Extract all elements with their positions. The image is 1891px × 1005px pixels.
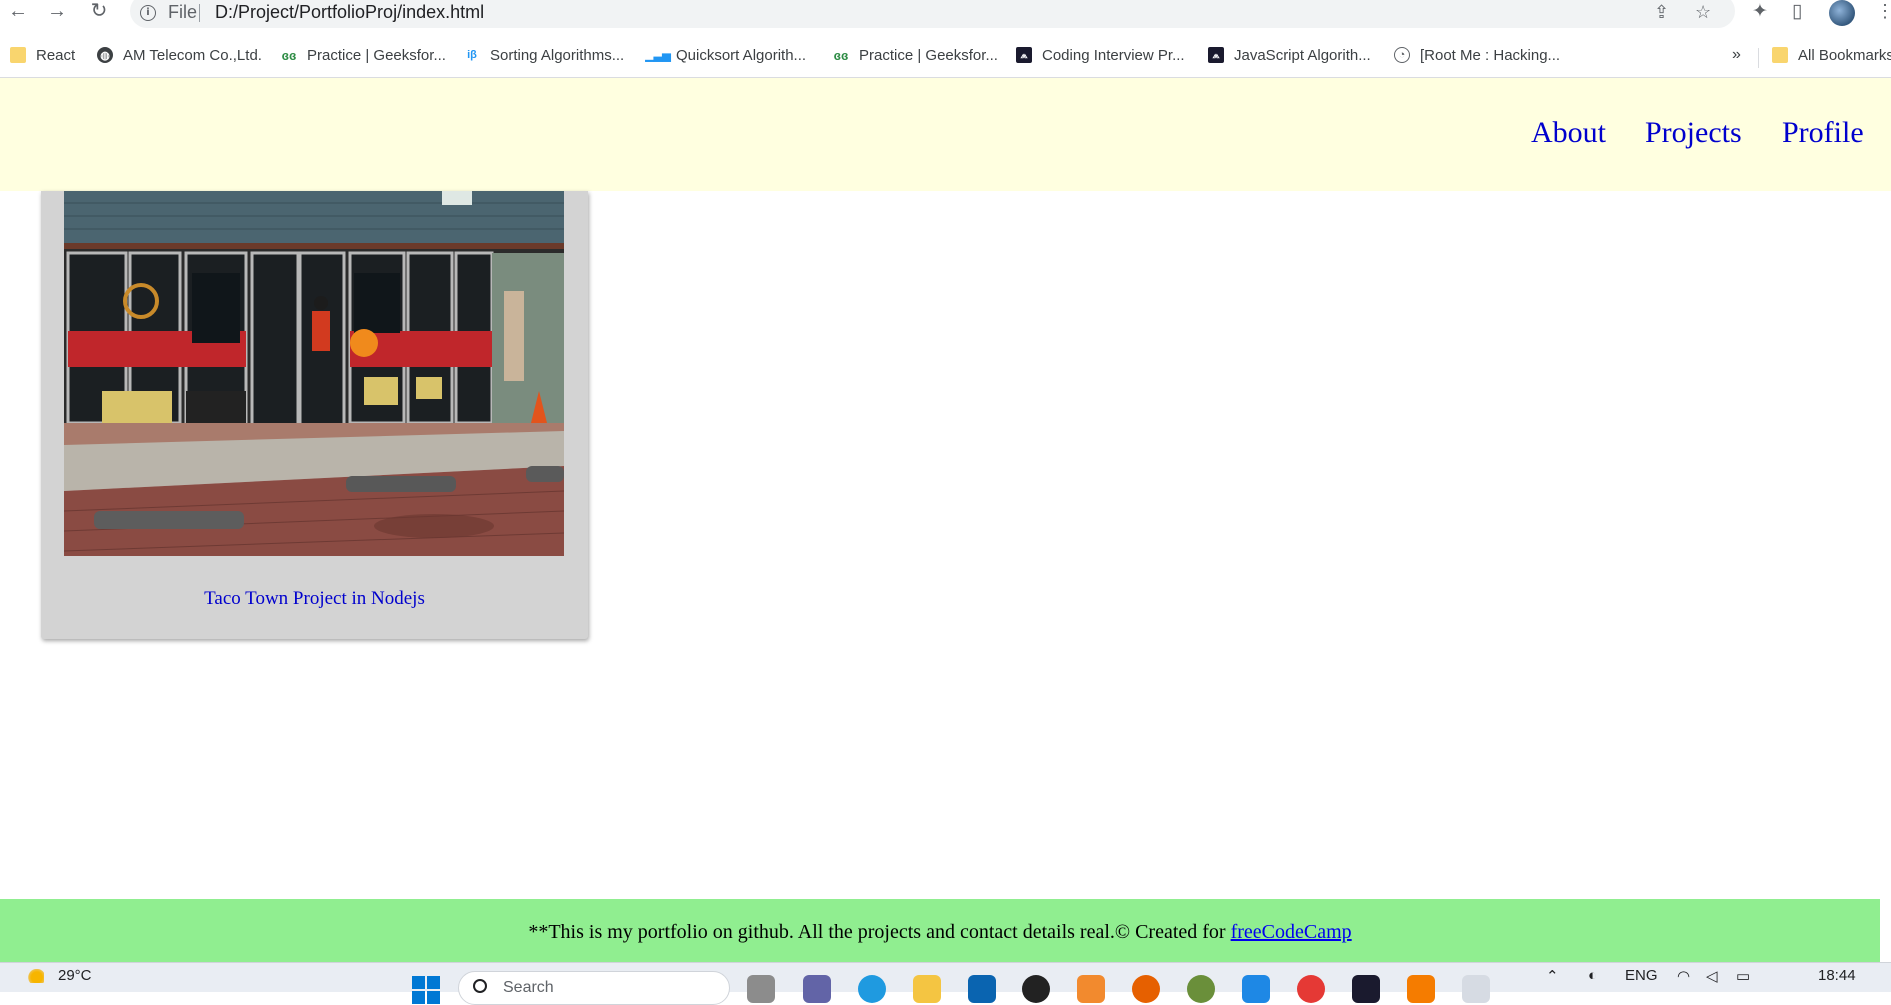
sublime-icon[interactable] — [1407, 975, 1435, 1003]
windows-start-icon[interactable] — [412, 976, 440, 1004]
bookmark-label: Sorting Algorithms... — [490, 46, 625, 64]
search-placeholder: Search — [503, 979, 554, 996]
bookmark-label: Practice | Geeksfor... — [859, 46, 998, 64]
file-explorer-icon[interactable] — [913, 975, 941, 1003]
bookmark-am-telecom[interactable]: ◍ AM Telecom Co.,Ltd. — [97, 44, 262, 66]
all-bookmarks[interactable]: All Bookmarks — [1772, 44, 1891, 66]
snipping-tool-icon[interactable] — [1462, 975, 1490, 1003]
bookmark-label: All Bookmarks — [1798, 46, 1891, 64]
nav-projects-link[interactable]: Projects — [1645, 116, 1742, 150]
bookmark-label: React — [36, 46, 76, 64]
back-icon[interactable]: ← — [4, 0, 32, 24]
freecodecamp-link[interactable]: freeCodeCamp — [1231, 921, 1352, 943]
teams-icon[interactable] — [803, 975, 831, 1003]
side-panel-icon[interactable]: ▯ — [1792, 0, 1802, 23]
weather-temperature: 29°C — [58, 967, 92, 984]
url-separator — [199, 4, 200, 22]
store-icon[interactable] — [968, 975, 996, 1003]
share-icon[interactable]: ⇪ — [1654, 2, 1669, 23]
rootme-icon: ◔ — [1394, 47, 1410, 63]
site-footer: **This is my portfolio on github. All th… — [0, 899, 1880, 965]
bookmark-label: Quicksort Algorith... — [676, 46, 807, 64]
clock-time[interactable]: 18:44 — [1818, 967, 1856, 984]
folder-icon — [10, 47, 26, 63]
nav-about-link[interactable]: About — [1531, 116, 1606, 150]
bookmark-label: AM Telecom Co.,Ltd. — [123, 46, 262, 64]
bars-chart-icon: ▁▃▅ — [645, 49, 671, 62]
extensions-icon[interactable]: ✦ — [1752, 0, 1768, 23]
tray-chevron-icon[interactable]: ⌃ — [1546, 967, 1559, 985]
search-icon — [473, 979, 487, 993]
bookmark-react[interactable]: React — [10, 44, 75, 66]
bookmark-star-icon[interactable]: ☆ — [1695, 2, 1711, 23]
app-icon[interactable] — [1187, 975, 1215, 1003]
url-text[interactable]: D:/Project/PortfolioProj/index.html — [215, 2, 484, 23]
windows-taskbar: 29°C Search ⌃ ◐ ENG ◠ ◁ ▭ 18:44 — [0, 962, 1891, 1005]
bookmark-label: Practice | Geeksfor... — [307, 46, 446, 64]
bookmark-label: Coding Interview Pr... — [1042, 46, 1185, 64]
project-image[interactable] — [64, 191, 564, 556]
taskbar-search-input[interactable]: Search — [458, 971, 730, 1005]
url-scheme: File — [168, 2, 198, 22]
site-info-icon[interactable]: i — [140, 5, 156, 21]
firefox-icon[interactable] — [1132, 975, 1160, 1003]
xampp-icon[interactable] — [1077, 975, 1105, 1003]
globe-icon: ◍ — [97, 47, 113, 63]
algoexpert-icon: ⩕ — [1016, 47, 1032, 63]
bookmark-gfg-practice[interactable]: ɞɞ Practice | Geeksfor... — [281, 44, 446, 66]
interviewbit-icon: iβ — [467, 49, 477, 61]
profile-avatar[interactable] — [1829, 0, 1855, 26]
weather-sun-icon — [26, 968, 44, 983]
task-view-icon[interactable] — [747, 975, 775, 1003]
bookmark-sorting-algorithms[interactable]: iβ Sorting Algorithms... — [464, 44, 624, 66]
project-title-link[interactable]: Taco Town Project in Nodejs — [41, 588, 588, 610]
menu-icon[interactable]: ⋮ — [1876, 1, 1891, 22]
folder-icon — [1772, 47, 1788, 63]
address-bar[interactable]: i File D:/Project/PortfolioProj/index.ht… — [130, 0, 1735, 28]
algoexpert-icon: ⩕ — [1208, 47, 1224, 63]
edge-icon[interactable] — [858, 975, 886, 1003]
bookmark-coding-interview[interactable]: ⩕ Coding Interview Pr... — [1016, 44, 1185, 66]
dell-icon[interactable] — [1022, 975, 1050, 1003]
geeksforgeeks-icon: ɞɞ — [833, 47, 849, 63]
forward-icon[interactable]: → — [43, 0, 71, 24]
geeksforgeeks-icon: ɞɞ — [281, 47, 297, 63]
site-header: About Projects Profile — [0, 78, 1891, 191]
reload-icon[interactable]: ↻ — [85, 0, 113, 24]
algoexpert-app-icon[interactable] — [1352, 975, 1380, 1003]
bookmark-root-me[interactable]: ◔ [Root Me : Hacking... — [1394, 44, 1560, 66]
browser-toolbar: ← → ↻ i File D:/Project/PortfolioProj/in… — [0, 0, 1891, 28]
bookmark-label: JavaScript Algorith... — [1234, 46, 1371, 64]
bookmarks-overflow-icon[interactable]: » — [1732, 46, 1741, 64]
weather-widget[interactable]: 29°C — [26, 967, 92, 984]
bookmark-gfg-practice-2[interactable]: ɞɞ Practice | Geeksfor... — [833, 44, 998, 66]
bookmarks-bar: React ◍ AM Telecom Co.,Ltd. ɞɞ Practice … — [0, 38, 1891, 72]
bookmark-javascript-algorithms[interactable]: ⩕ JavaScript Algorith... — [1208, 44, 1371, 66]
taco-town-storefront-image — [64, 191, 564, 556]
bookmark-label: [Root Me : Hacking... — [1420, 46, 1561, 64]
wifi-icon[interactable]: ◠ — [1677, 967, 1690, 985]
project-card[interactable]: Taco Town Project in Nodejs — [41, 191, 588, 639]
nav-profile-link[interactable]: Profile — [1782, 116, 1864, 150]
volume-icon[interactable]: ◁ — [1706, 967, 1718, 985]
battery-icon[interactable]: ▭ — [1736, 967, 1750, 985]
vscode-icon[interactable] — [1242, 975, 1270, 1003]
bookmark-quicksort[interactable]: ▁▃▅ Quicksort Algorith... — [645, 44, 807, 66]
bookmarks-divider — [1758, 48, 1759, 68]
footer-text: **This is my portfolio on github. All th… — [528, 921, 1231, 943]
tray-app-icon[interactable]: ◐ — [1588, 967, 1597, 984]
chrome-icon[interactable] — [1297, 975, 1325, 1003]
language-indicator[interactable]: ENG — [1625, 967, 1658, 984]
